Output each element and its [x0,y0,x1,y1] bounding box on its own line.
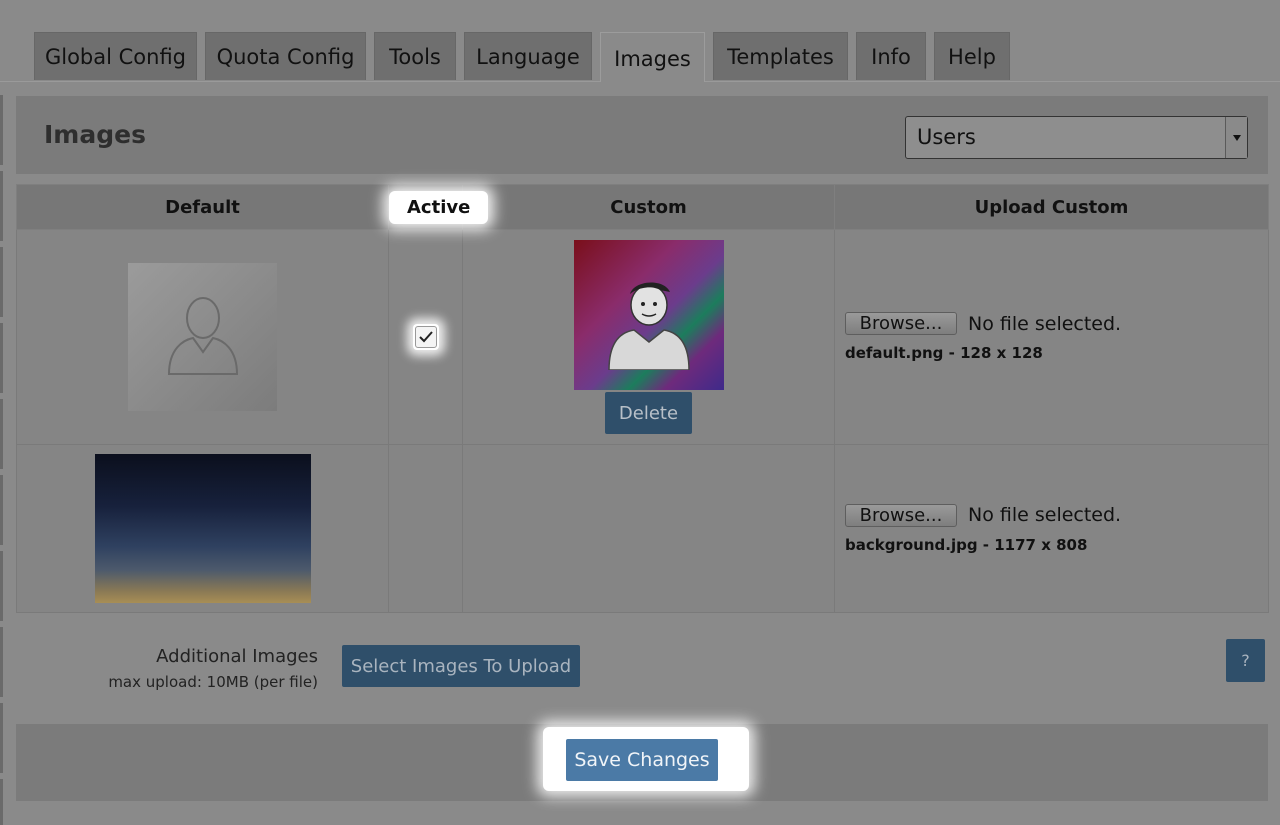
tab-images[interactable]: Images [600,32,705,82]
footer-panel: Save Changes [16,724,1268,801]
tab-tools[interactable]: Tools [374,32,456,80]
file-status: No file selected. [968,312,1122,335]
page-title: Images [44,120,146,149]
column-header-custom: Custom [462,184,835,230]
additional-images-label: Additional Images max upload: 10MB (per … [108,646,318,691]
browse-button[interactable]: Browse... [845,503,957,527]
checkmark-icon [418,331,433,343]
images-table: Default Active Custom Upload Custom Dele… [16,184,1269,613]
tab-quota-config[interactable]: Quota Config [205,32,366,80]
upload-custom-cell: Browse... No file selected. default.png … [834,229,1269,445]
column-header-default: Default [16,184,389,230]
delete-custom-image-button[interactable]: Delete [605,392,692,434]
cartoon-user-icon [607,282,690,370]
table-row: Delete Browse... No file selected. defau… [16,229,1269,445]
file-input: Browse... No file selected. [845,312,1268,335]
table-row: Browse... No file selected. background.j… [16,444,1269,613]
tab-label: Quota Config [216,45,355,69]
tab-label: Images [614,47,691,71]
column-header-upload-custom: Upload Custom [834,184,1269,230]
tab-info[interactable]: Info [856,32,926,80]
tab-bar: Global Config Quota Config Tools Languag… [0,32,1280,82]
active-cell [388,229,463,445]
upload-custom-cell: Browse... No file selected. background.j… [834,444,1269,613]
tab-help[interactable]: Help [934,32,1010,80]
default-image-cell [16,229,389,445]
max-upload-note: max upload: 10MB (per file) [108,673,318,691]
file-info: background.jpg - 1177 x 808 [845,535,1088,554]
custom-image-cell [462,444,835,613]
default-image-cell [16,444,389,613]
background-image [94,454,311,603]
tab-label: Help [948,45,996,69]
table-header-row: Default Active Custom Upload Custom [16,184,1269,230]
help-button[interactable]: ? [1226,639,1265,682]
active-checkbox[interactable] [414,326,437,348]
tab-templates[interactable]: Templates [713,32,848,80]
tab-label: Info [871,45,911,69]
images-header-panel: Images Users [16,96,1268,174]
select-value: Users [917,125,976,149]
column-header-active: Active [388,184,489,230]
image-group-select[interactable]: Users [905,116,1248,159]
file-input: Browse... No file selected. [845,503,1268,527]
chevron-down-icon[interactable] [1225,117,1247,158]
tab-label: Tools [389,45,441,69]
save-changes-button[interactable]: Save Changes [566,739,718,781]
active-checkbox-highlight [412,324,439,350]
select-images-to-upload-button[interactable]: Select Images To Upload [342,645,580,687]
tab-language[interactable]: Language [464,32,592,80]
active-header-label: Active [389,190,489,224]
custom-image-cell: Delete [462,229,835,445]
user-silhouette-icon [167,297,238,375]
file-status: No file selected. [968,504,1122,526]
tab-global-config[interactable]: Global Config [34,32,197,80]
additional-images-title: Additional Images [156,646,318,667]
tab-label: Global Config [44,45,187,69]
browse-button[interactable]: Browse... [845,312,957,335]
custom-avatar-image [573,240,724,390]
tab-label: Templates [727,45,834,69]
tab-label: Language [476,45,580,69]
page-left-border [0,95,3,825]
user-avatar-placeholder-image [128,263,277,411]
active-cell [388,444,463,613]
file-info: default.png - 128 x 128 [845,344,1043,362]
